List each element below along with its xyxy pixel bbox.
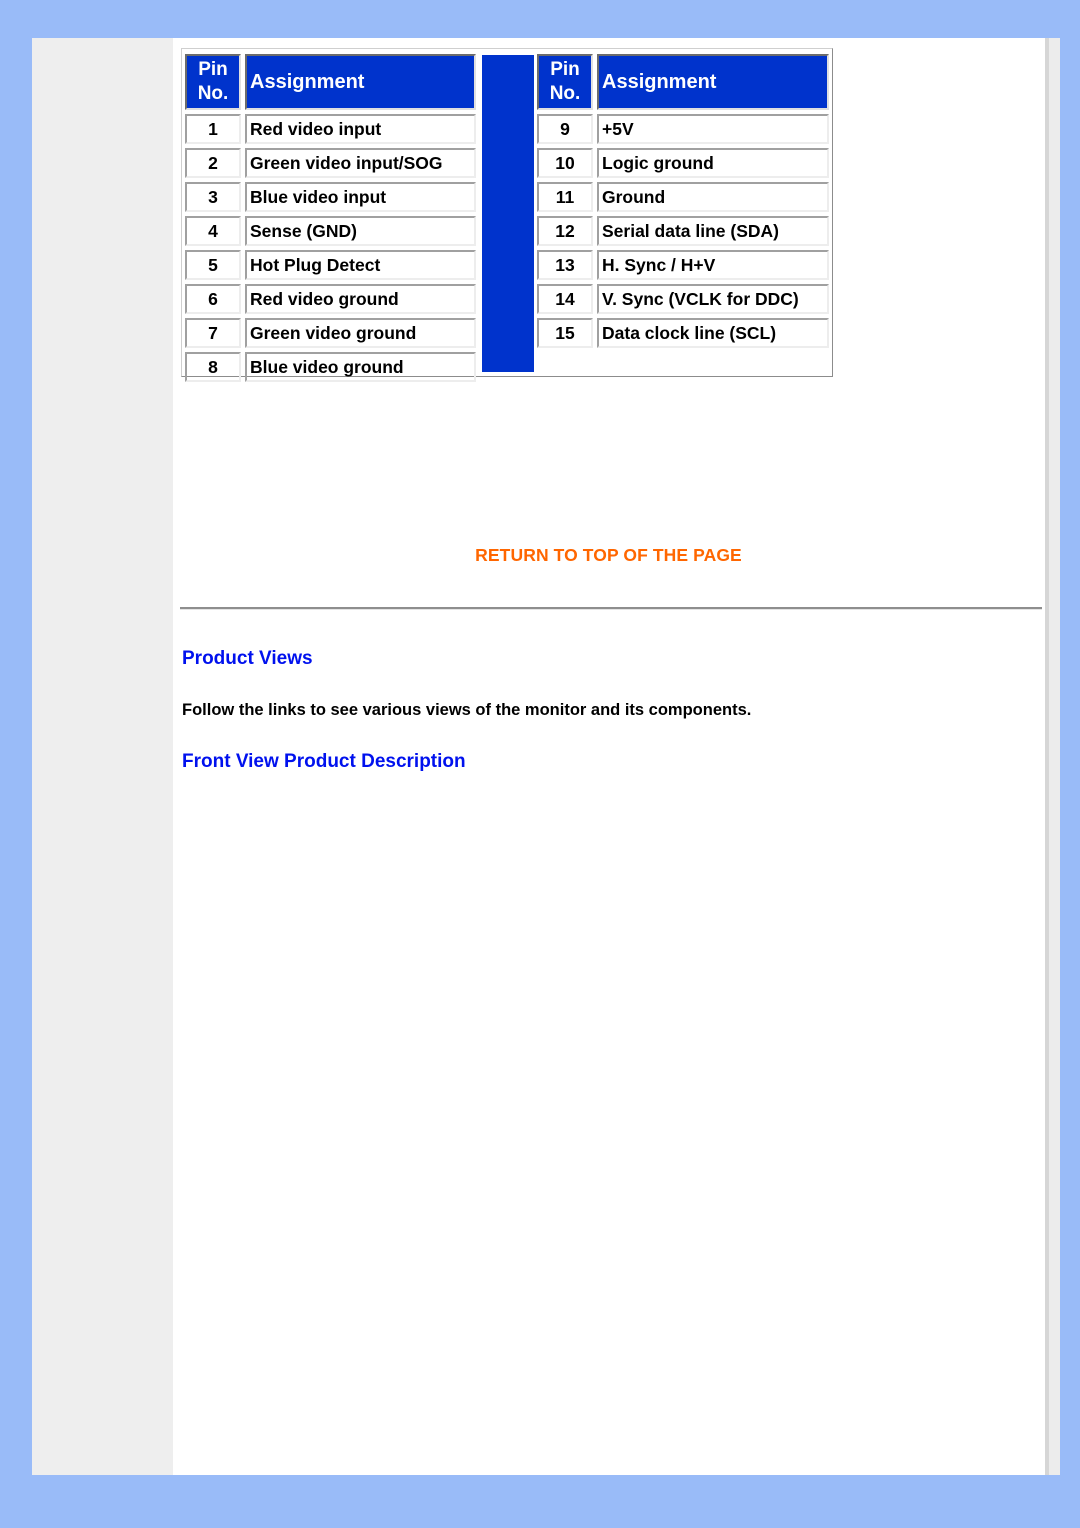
assignment-cell: Data clock line (SCL) xyxy=(597,318,829,348)
pin-number-cell: 5 xyxy=(185,250,241,280)
table-header-row: Pin No. Assignment xyxy=(185,54,476,110)
table-divider-column xyxy=(482,55,534,372)
pin-number-cell: 13 xyxy=(537,250,593,280)
table-row: 5 Hot Plug Detect xyxy=(185,250,476,280)
scrollbar[interactable] xyxy=(1045,38,1060,1475)
table-row: 14 V. Sync (VCLK for DDC) xyxy=(537,284,829,314)
table-row: 10 Logic ground xyxy=(537,148,829,178)
assignment-cell: Green video input/SOG xyxy=(245,148,476,178)
assignment-cell: Blue video input xyxy=(245,182,476,212)
table-row: 4 Sense (GND) xyxy=(185,216,476,246)
pin-number-cell: 3 xyxy=(185,182,241,212)
header-no-label: No. xyxy=(197,83,229,104)
pin-table-right: Pin No. Assignment 9 +5V 10 Logic ground 11 G… xyxy=(537,52,829,352)
table-row: 15 Data clock line (SCL) xyxy=(537,318,829,348)
pin-table-left: Pin No. Assignment 1 Red video input 2 Gree… xyxy=(185,52,476,386)
pin-number-cell: 6 xyxy=(185,284,241,314)
assignment-cell: +5V xyxy=(597,114,829,144)
header-pin-label: Pin xyxy=(198,59,228,80)
pin-assignment-table: Pin No. Assignment 1 Red video input 2 Gree… xyxy=(181,48,833,382)
assignment-cell: Red video input xyxy=(245,114,476,144)
left-gutter xyxy=(32,38,173,1475)
assignment-cell: Logic ground xyxy=(597,148,829,178)
pin-number-cell: 11 xyxy=(537,182,593,212)
product-views-description: Follow the links to see various views of… xyxy=(182,701,752,719)
table-row: 1 Red video input xyxy=(185,114,476,144)
return-to-top-link[interactable]: RETURN TO TOP OF THE PAGE xyxy=(0,545,1080,566)
pin-number-cell: 10 xyxy=(537,148,593,178)
pin-number-cell: 8 xyxy=(185,352,241,382)
assignment-cell: Blue video ground xyxy=(245,352,476,382)
pin-number-cell: 9 xyxy=(537,114,593,144)
pin-number-cell: 15 xyxy=(537,318,593,348)
table-header-row: Pin No. Assignment xyxy=(537,54,829,110)
pin-number-cell: 1 xyxy=(185,114,241,144)
table-row: 13 H. Sync / H+V xyxy=(537,250,829,280)
table-row: 9 +5V xyxy=(537,114,829,144)
header-pin-no: Pin No. xyxy=(185,54,241,110)
header-assignment: Assignment xyxy=(245,54,476,110)
pin-number-cell: 14 xyxy=(537,284,593,314)
header-assignment: Assignment xyxy=(597,54,829,110)
front-view-link[interactable]: Front View Product Description xyxy=(182,751,466,773)
pin-number-cell: 7 xyxy=(185,318,241,348)
pin-number-cell: 4 xyxy=(185,216,241,246)
return-to-top-label[interactable]: RETURN TO TOP OF THE PAGE xyxy=(475,545,742,565)
assignment-cell: V. Sync (VCLK for DDC) xyxy=(597,284,829,314)
table-row: 3 Blue video input xyxy=(185,182,476,212)
horizontal-divider xyxy=(180,607,1042,610)
assignment-cell: Ground xyxy=(597,182,829,212)
table-row: 2 Green video input/SOG xyxy=(185,148,476,178)
table-row: 12 Serial data line (SDA) xyxy=(537,216,829,246)
header-no-label: No. xyxy=(549,83,581,104)
pin-number-cell: 2 xyxy=(185,148,241,178)
assignment-cell: Serial data line (SDA) xyxy=(597,216,829,246)
header-pin-label: Pin xyxy=(550,59,580,80)
assignment-cell: H. Sync / H+V xyxy=(597,250,829,280)
assignment-cell: Sense (GND) xyxy=(245,216,476,246)
table-row: 6 Red video ground xyxy=(185,284,476,314)
header-pin-no: Pin No. xyxy=(537,54,593,110)
section-title-product-views: Product Views xyxy=(182,648,313,669)
table-row: 8 Blue video ground xyxy=(185,352,476,382)
assignment-cell: Green video ground xyxy=(245,318,476,348)
pin-number-cell: 12 xyxy=(537,216,593,246)
table-row: 11 Ground xyxy=(537,182,829,212)
table-row: 7 Green video ground xyxy=(185,318,476,348)
assignment-cell: Red video ground xyxy=(245,284,476,314)
assignment-cell: Hot Plug Detect xyxy=(245,250,476,280)
